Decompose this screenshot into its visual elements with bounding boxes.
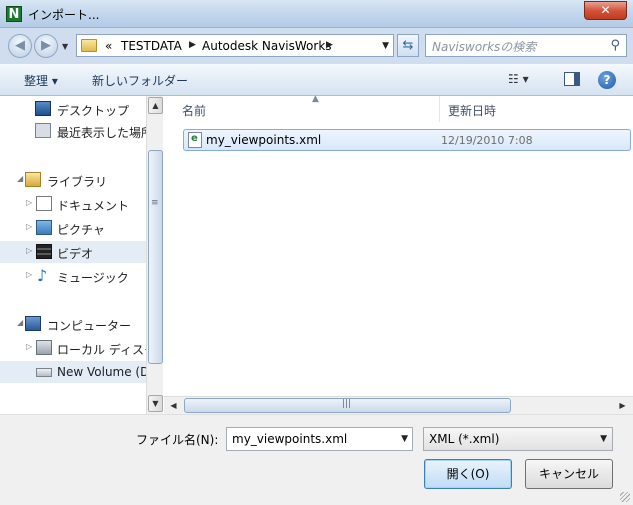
dialog-footer: ファイル名(N): my_viewpoints.xml ▼ XML (*.xml…: [0, 414, 633, 505]
breadcrumb-autodesk-navisworks[interactable]: Autodesk NavisWorks: [202, 39, 332, 53]
desktop-icon: [35, 101, 51, 116]
nav-item-libraries[interactable]: ◢ ライブラリ: [0, 169, 146, 191]
view-options-icon[interactable]: ☷ ▾: [508, 72, 529, 86]
collapsed-chevron-icon[interactable]: ▷: [26, 270, 32, 279]
recent-pages-chevron-icon[interactable]: ▼: [62, 42, 68, 51]
volume-icon: [36, 368, 52, 377]
folder-icon: [81, 39, 97, 52]
xml-file-icon: [188, 132, 202, 148]
nav-item-computer[interactable]: ◢ コンピューター: [0, 313, 146, 335]
nav-item-videos[interactable]: ▷ ビデオ: [0, 241, 146, 263]
filename-input[interactable]: my_viewpoints.xml ▼: [226, 427, 413, 451]
close-button[interactable]: ✕: [584, 1, 627, 20]
file-type-select[interactable]: XML (*.xml) ▼: [423, 427, 613, 451]
nav-item-desktop[interactable]: デスクトップ: [0, 98, 146, 120]
nav-item-local-disk[interactable]: ▷ ローカル ディスク: [0, 337, 146, 359]
search-input[interactable]: Navisworksの検索 ⚲: [425, 34, 627, 57]
videos-icon: [36, 244, 52, 259]
scroll-down-icon[interactable]: ▼: [148, 395, 163, 412]
scroll-grip-icon: ≡: [151, 198, 159, 208]
nav-vertical-scrollbar[interactable]: ▲ ≡ ▼: [146, 96, 163, 414]
nav-item-recent-places[interactable]: 最近表示した場所: [0, 120, 146, 142]
navisworks-app-icon: N: [6, 6, 22, 22]
breadcrumb-chevron-icon[interactable]: ▶: [326, 40, 333, 50]
file-type-dropdown-icon[interactable]: ▼: [600, 434, 607, 444]
content-horizontal-scrollbar[interactable]: ◀ ||| ▶: [164, 396, 633, 414]
nav-item-label: コンピューター: [47, 319, 132, 333]
search-icon[interactable]: ⚲: [610, 38, 620, 53]
file-name: my_viewpoints.xml: [206, 133, 322, 147]
filename-dropdown-icon[interactable]: ▼: [401, 434, 408, 444]
nav-item-new-volume[interactable]: New Volume (D: [0, 361, 146, 383]
command-bar: 整理 ▾ 新しいフォルダー ☷ ▾ ?: [0, 64, 633, 96]
scroll-thumb[interactable]: [148, 150, 163, 364]
refresh-icon[interactable]: ⇆: [397, 34, 419, 57]
documents-icon: [36, 196, 52, 211]
address-row: ◀ ▶ ▼ « TESTDATA ▶ Autodesk NavisWorks ▶…: [0, 28, 633, 64]
new-folder-button[interactable]: 新しいフォルダー: [92, 72, 188, 89]
nav-item-label: デスクトップ: [57, 104, 130, 118]
collapsed-chevron-icon[interactable]: ▷: [26, 342, 32, 351]
recent-places-icon: [35, 123, 51, 138]
organize-button[interactable]: 整理 ▾: [24, 72, 58, 89]
navigation-pane: デスクトップ 最近表示した場所 ◢ ライブラリ ▷ ドキュメント ▷ ピクチャ …: [0, 96, 146, 414]
nav-item-label: ピクチャ: [57, 223, 105, 237]
local-disk-icon: [36, 340, 52, 355]
file-list: 名前 ▲ 更新日時 my_viewpoints.xml 12/19/2010 7…: [164, 94, 633, 396]
address-dropdown-icon[interactable]: ▼: [382, 41, 389, 51]
music-icon: ♪: [37, 266, 48, 285]
library-icon: [25, 172, 41, 187]
nav-item-documents[interactable]: ▷ ドキュメント: [0, 193, 146, 215]
scroll-right-icon[interactable]: ▶: [614, 398, 631, 413]
cancel-button[interactable]: キャンセル: [525, 459, 613, 489]
breadcrumb-chevron-icon[interactable]: ▶: [189, 40, 196, 50]
collapsed-chevron-icon[interactable]: ▷: [26, 198, 32, 207]
computer-icon: [25, 316, 41, 331]
nav-item-label: 最近表示した場所: [57, 126, 146, 140]
open-button[interactable]: 開く(O): [424, 459, 512, 489]
sort-ascending-icon: ▲: [312, 94, 319, 104]
expanded-chevron-icon[interactable]: ◢: [17, 174, 23, 183]
breadcrumb-overflow[interactable]: «: [105, 39, 112, 53]
nav-item-pictures[interactable]: ▷ ピクチャ: [0, 217, 146, 239]
breadcrumb-testdata[interactable]: TESTDATA: [121, 39, 182, 53]
forward-arrow-icon[interactable]: ▶: [34, 34, 58, 58]
column-header-name[interactable]: 名前 ▲: [174, 94, 440, 122]
column-header-date-modified[interactable]: 更新日時: [440, 96, 630, 122]
nav-item-label: ライブラリ: [47, 175, 108, 189]
nav-item-label: ビデオ: [57, 247, 94, 261]
column-header-name-label: 名前: [182, 104, 207, 118]
nav-item-label: ローカル ディスク: [57, 343, 146, 357]
filename-label: ファイル名(N):: [136, 433, 219, 447]
column-header-date-label: 更新日時: [448, 104, 497, 118]
scroll-up-icon[interactable]: ▲: [148, 97, 163, 114]
help-icon[interactable]: ?: [598, 71, 616, 89]
nav-item-label: ドキュメント: [57, 199, 130, 213]
file-row[interactable]: my_viewpoints.xml 12/19/2010 7:08: [183, 129, 631, 151]
nav-item-music[interactable]: ▷ ♪ ミュージック: [0, 265, 146, 287]
address-bar[interactable]: « TESTDATA ▶ Autodesk NavisWorks ▶ ▼: [76, 34, 394, 57]
search-placeholder: Navisworksの検索: [432, 40, 537, 54]
scroll-grip-icon: |||: [342, 399, 352, 409]
window-title: インポート...: [28, 8, 100, 22]
pictures-icon: [36, 220, 52, 235]
resize-grip-icon[interactable]: [620, 492, 630, 502]
nav-item-label: New Volume (D: [57, 365, 146, 379]
title-bar: N インポート... ✕: [0, 0, 633, 28]
filename-value: my_viewpoints.xml: [232, 432, 348, 446]
file-type-value: XML (*.xml): [429, 432, 500, 446]
file-date: 12/19/2010 7:08: [441, 134, 533, 147]
collapsed-chevron-icon[interactable]: ▷: [26, 222, 32, 231]
back-arrow-icon[interactable]: ◀: [8, 34, 32, 58]
preview-pane-icon[interactable]: [564, 72, 580, 86]
nav-item-label: ミュージック: [57, 271, 129, 285]
expanded-chevron-icon[interactable]: ◢: [17, 318, 23, 327]
scroll-left-icon[interactable]: ◀: [165, 398, 182, 413]
collapsed-chevron-icon[interactable]: ▷: [26, 246, 32, 255]
